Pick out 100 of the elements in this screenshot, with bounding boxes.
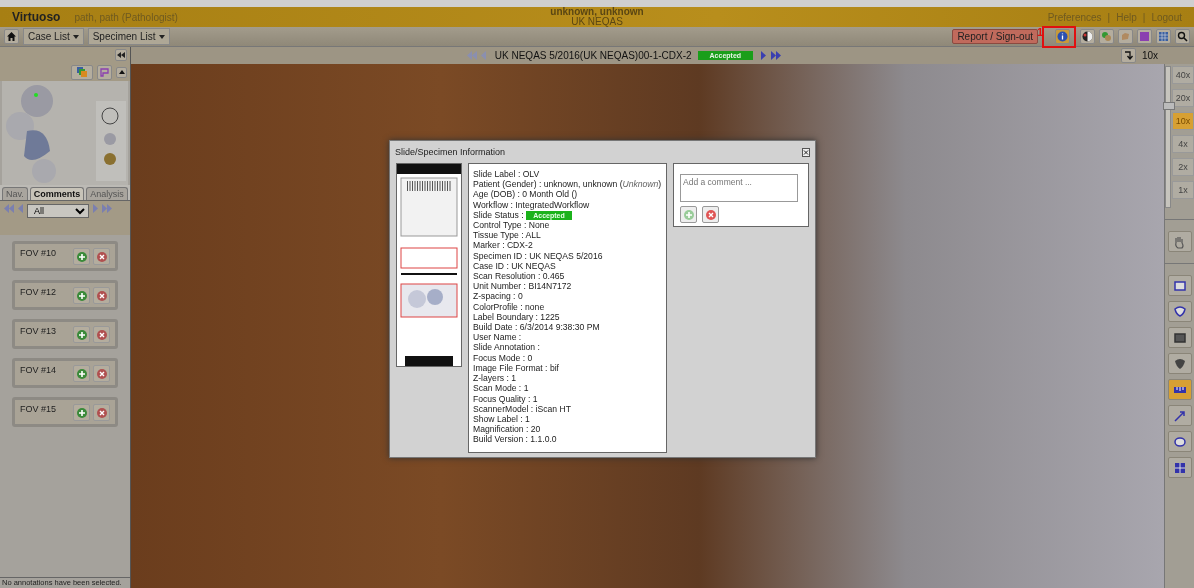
add-button[interactable] (680, 206, 697, 223)
rotate-button[interactable] (1120, 48, 1136, 63)
annotation-label: FOV #12 (20, 287, 58, 297)
tool-button[interactable] (1167, 353, 1192, 374)
info-line: Workflow : IntegratedWorkflow (473, 199, 590, 210)
grid-icon (1158, 31, 1169, 42)
layers-icon (1101, 31, 1112, 42)
info-line: Control Type : None (473, 220, 550, 231)
tool-button[interactable] (1167, 457, 1192, 478)
sidebar-tab[interactable]: Comments (29, 187, 85, 200)
app-name: Virtuoso (12, 10, 61, 24)
annotation-label: FOV #13 (20, 326, 58, 336)
zoom-button[interactable]: 40x (1172, 66, 1194, 84)
layers-icon (77, 67, 87, 77)
slide-thumbnail[interactable] (2, 81, 128, 185)
info-line: Specimen ID : UK NEQAS 5/2016 (473, 250, 603, 261)
info-line: Focus Mode : 0 (473, 352, 533, 363)
breadcrumb-dropdown[interactable]: Specimen List (87, 28, 170, 45)
cross-icon (95, 289, 108, 302)
info-line: Z-spacing : 0 (473, 291, 523, 302)
add-button[interactable] (73, 365, 90, 382)
toolbar-button[interactable] (1080, 29, 1095, 44)
info-line: Case ID : UK NEQAS (473, 260, 556, 272)
delete-button[interactable] (93, 248, 110, 265)
info-line: Scan Resolution : 0.465 (473, 271, 565, 282)
info-line: Tissue Type : ALL (473, 230, 541, 241)
slider-thumb[interactable] (1163, 102, 1175, 111)
cancel-button[interactable] (702, 206, 719, 223)
add-button[interactable] (73, 404, 90, 421)
search-icon (1177, 31, 1188, 42)
annotation-card[interactable]: FOV #12 (12, 280, 118, 310)
cross-icon (95, 328, 108, 341)
annotation-card[interactable]: FOV #15 (12, 397, 118, 427)
plus-icon (75, 289, 88, 302)
sidebar-tab[interactable]: Analysis (86, 187, 128, 200)
info-line: Build Date : 6/3/2014 9:38:30 PM (473, 322, 600, 333)
comment-field[interactable]: Add a comment ... (680, 174, 798, 202)
freeform-icon (1171, 303, 1188, 320)
annotation-card[interactable]: FOV #14 (12, 358, 118, 388)
annotation-label: FOV #14 (20, 365, 58, 375)
link-separator: | (1142, 11, 1146, 23)
info-line: User Name : (473, 332, 522, 343)
delete-button[interactable] (93, 326, 110, 343)
plus-icon (75, 406, 88, 419)
double-arrow-icon (117, 52, 125, 58)
info-line: Slide Status : (473, 209, 524, 220)
slide-title: UK NEQAS 5/2016(UK NEQAS)00-1-CDX-2 (494, 50, 692, 61)
plus-icon (75, 328, 88, 341)
dialog-title: Slide/Specimen Information (395, 147, 506, 157)
plus-icon (75, 367, 88, 380)
info-button[interactable] (1055, 29, 1070, 44)
tool-button[interactable] (1167, 379, 1192, 400)
delete-button[interactable] (93, 365, 110, 382)
info-line: Unit Number : BI14N7172 (473, 281, 572, 292)
info-line: ColorProfile : none (473, 301, 545, 312)
tool-button[interactable] (1167, 405, 1192, 426)
zoom-button[interactable]: 10x (1172, 112, 1194, 130)
info-line: Label Boundary : 1225 (473, 311, 560, 323)
info-line: Slide Label : OLV (473, 169, 540, 180)
report-sign-out-button[interactable]: Report / Sign-out (952, 29, 1038, 44)
annotation-label: FOV #15 (20, 404, 58, 414)
info-line: Slide Annotation : (473, 342, 540, 353)
home-button[interactable] (4, 29, 19, 44)
close-icon[interactable] (802, 147, 810, 157)
info-line: ScannerModel : iScan HT (473, 403, 571, 414)
zoom-button[interactable]: 4x (1172, 135, 1194, 153)
add-button[interactable] (73, 287, 90, 304)
scroll-up-button[interactable] (116, 66, 127, 78)
layers-dropdown[interactable] (71, 64, 93, 80)
cross-icon (95, 367, 108, 380)
filter-dropdown[interactable]: All (27, 204, 89, 218)
breadcrumb-dropdown[interactable]: Case List (23, 28, 84, 45)
collapse-button[interactable] (115, 49, 127, 61)
home-icon (7, 32, 16, 41)
cross-icon (95, 250, 108, 263)
annotation-label: FOV #10 (20, 248, 58, 258)
cross-icon (95, 406, 108, 419)
delete-button[interactable] (93, 287, 110, 304)
zoom-button[interactable]: 20x (1172, 89, 1194, 107)
magnification-label: 10x (1141, 50, 1158, 61)
zoom-button[interactable]: 2x (1172, 158, 1194, 176)
zoom-button[interactable]: 1x (1172, 181, 1194, 199)
info-line: Z-layers : 1 (473, 373, 516, 384)
color-wheel-icon (1082, 31, 1093, 42)
info-line: Marker : CDX-2 (473, 240, 533, 251)
tool-button[interactable] (1167, 431, 1192, 452)
add-button[interactable] (73, 326, 90, 343)
annotation-card[interactable]: FOV #10 (12, 241, 118, 271)
info-line: Age (DOB) : 0 Month Old () (473, 189, 578, 200)
tool-button[interactable] (1167, 327, 1192, 348)
info-line: Scan Mode : 1 (473, 383, 529, 394)
tool-button[interactable] (1167, 301, 1192, 322)
triangle-up-icon (118, 70, 125, 74)
add-button[interactable] (73, 248, 90, 265)
sidebar-tab[interactable]: Nav. (2, 187, 28, 200)
tool-button[interactable] (1167, 275, 1192, 296)
toolbar-button[interactable] (1175, 29, 1190, 44)
info-line: Show Label : 1 (473, 413, 530, 425)
annotation-card[interactable]: FOV #13 (12, 319, 118, 349)
delete-button[interactable] (93, 404, 110, 421)
